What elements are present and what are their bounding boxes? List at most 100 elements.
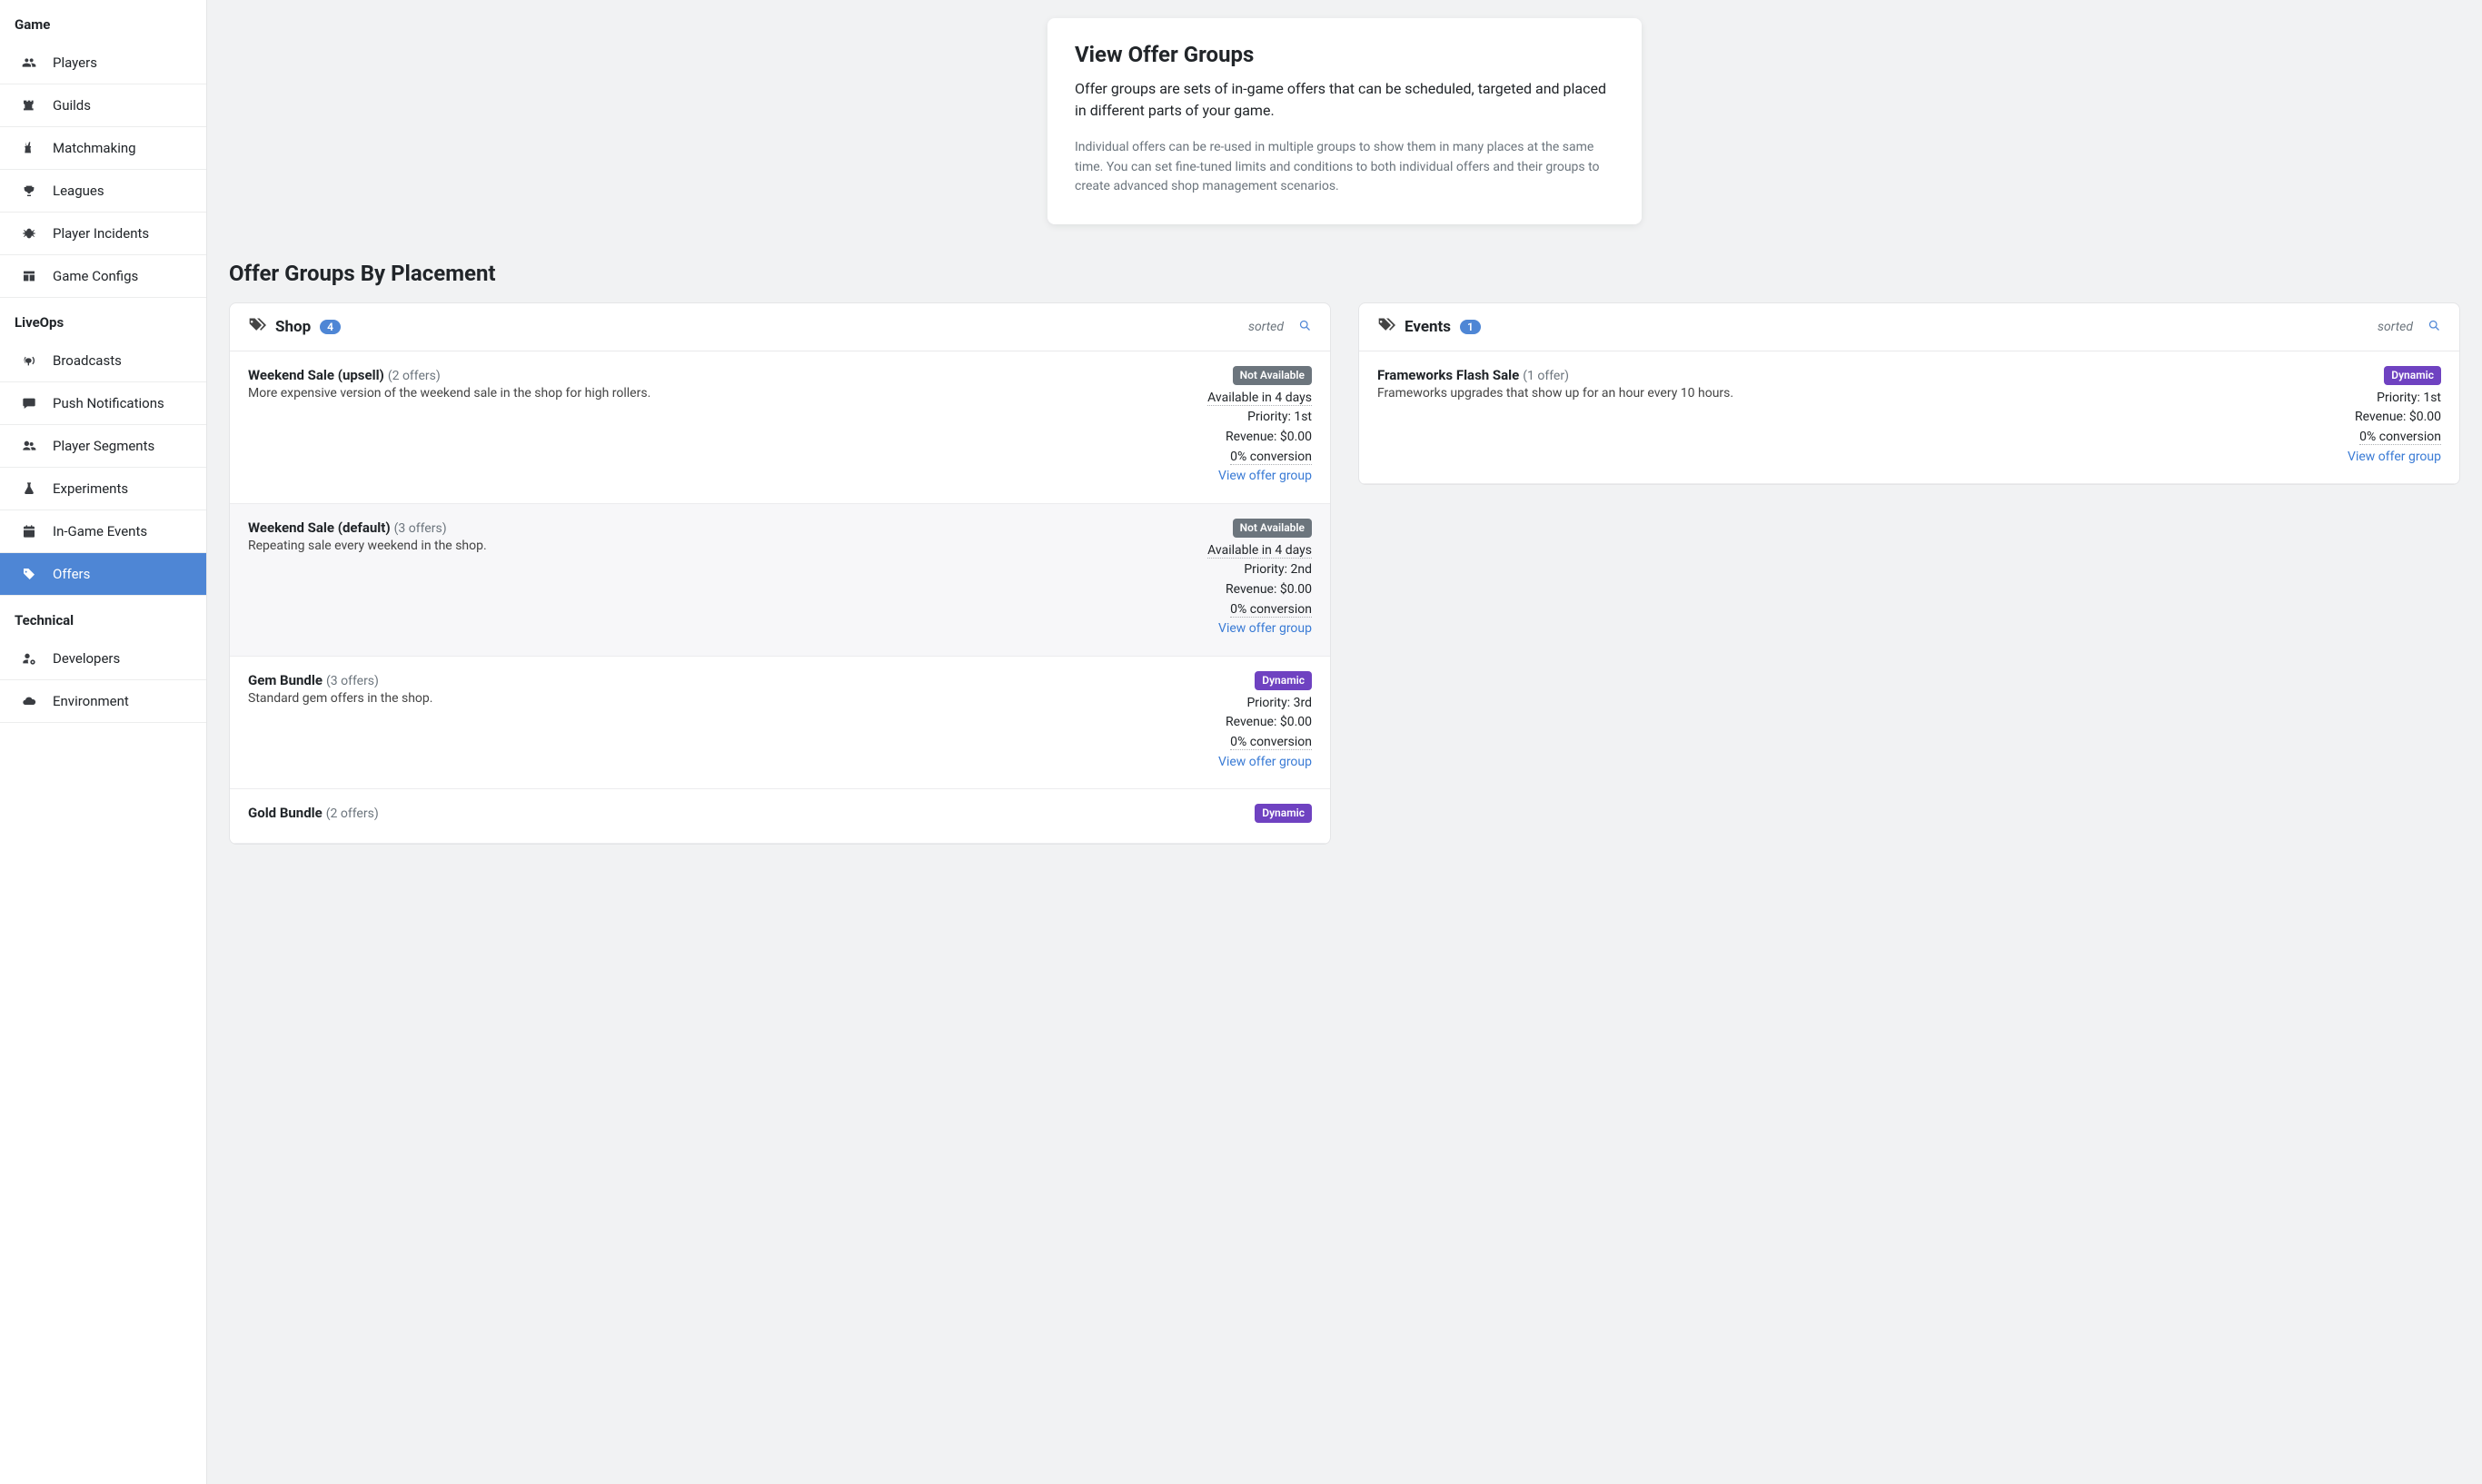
offer-row[interactable]: Gem Bundle(3 offers) Standard gem offers … bbox=[230, 657, 1330, 789]
sidebar-item-player-segments[interactable]: Player Segments bbox=[0, 425, 206, 468]
placements-row: Shop4sortedWeekend Sale (upsell)(2 offer… bbox=[229, 302, 2460, 845]
sidebar: GamePlayersGuildsMatchmakingLeaguesPlaye… bbox=[0, 0, 207, 1484]
sidebar-item-label: Push Notifications bbox=[53, 395, 164, 411]
view-offer-group-link[interactable]: View offer group bbox=[1218, 621, 1312, 636]
sidebar-item-environment[interactable]: Environment bbox=[0, 680, 206, 723]
nav-section-header: LiveOps bbox=[0, 298, 206, 340]
status-badge: Dynamic bbox=[2384, 366, 2441, 385]
sidebar-item-label: Matchmaking bbox=[53, 140, 136, 156]
offer-left: Gold Bundle(2 offers) bbox=[248, 804, 1236, 826]
sidebar-item-experiments[interactable]: Experiments bbox=[0, 468, 206, 510]
offer-left: Frameworks Flash Sale (1 offer) Frameworks… bbox=[1377, 366, 2329, 467]
sidebar-item-label: Guilds bbox=[53, 97, 91, 114]
intro-sub: Individual offers can be re-used in mult… bbox=[1075, 138, 1614, 197]
offer-name: Weekend Sale (upsell) bbox=[248, 367, 384, 383]
trophy-icon bbox=[22, 183, 38, 198]
user-friends-icon bbox=[22, 439, 38, 453]
sidebar-item-matchmaking[interactable]: Matchmaking bbox=[0, 127, 206, 170]
offer-right: Not AvailableAvailable in 4 daysPriority… bbox=[1207, 519, 1312, 639]
offer-left: Weekend Sale (upsell)(2 offers)More expe… bbox=[248, 366, 1189, 487]
offer-right: Dynamic bbox=[1255, 804, 1312, 826]
offer-name: Gem Bundle bbox=[248, 672, 323, 688]
intro-card: View Offer Groups Offer groups are sets … bbox=[1047, 18, 1642, 224]
intro-lead: Offer groups are sets of in-game offers … bbox=[1075, 78, 1614, 122]
view-offer-group-link[interactable]: View offer group bbox=[1218, 755, 1312, 769]
placement-header: Shop 4 sorted bbox=[230, 303, 1330, 351]
offer-name: Weekend Sale (default) bbox=[248, 519, 391, 536]
sidebar-item-label: Game Configs bbox=[53, 268, 138, 284]
offer-stat: Revenue: $0.00 bbox=[1226, 430, 1312, 444]
offer-name: Frameworks Flash Sale bbox=[1377, 367, 1519, 383]
offer-stat: 0% conversion bbox=[1230, 735, 1312, 750]
flask-icon bbox=[22, 481, 38, 496]
placement-header: Events1sorted bbox=[1359, 303, 2459, 351]
user-cog-icon bbox=[22, 651, 38, 666]
offer-desc: Frameworks upgrades that show up for an … bbox=[1377, 385, 2329, 403]
offer-stat: 0% conversion bbox=[1230, 450, 1312, 465]
offer-desc: More expensive version of the weekend sa… bbox=[248, 385, 1189, 403]
offer-count: (2 offers) bbox=[326, 806, 379, 821]
offer-stat: Available in 4 days bbox=[1207, 391, 1312, 406]
offer-right: Not Available Available in 4 days Priority… bbox=[1207, 366, 1312, 487]
offer-stat: Revenue: $0.00 bbox=[1226, 715, 1312, 729]
sidebar-item-label: Offers bbox=[53, 566, 90, 582]
placement-count-badge: 4 bbox=[320, 320, 341, 334]
sidebar-item-in-game-events[interactable]: In-Game Events bbox=[0, 510, 206, 553]
main-content: View Offer Groups Offer groups are sets … bbox=[207, 0, 2482, 1484]
comment-icon bbox=[22, 396, 38, 411]
view-offer-group-link[interactable]: View offer group bbox=[1218, 469, 1312, 483]
offer-stat: 0% conversion bbox=[2359, 430, 2441, 445]
offer-stat: Priority: 1st bbox=[1247, 410, 1312, 424]
sidebar-item-label: Players bbox=[53, 54, 97, 71]
offer-left: Gem Bundle(3 offers) Standard gem offers … bbox=[248, 671, 1200, 772]
sorted-label: sorted bbox=[1248, 320, 1284, 334]
sidebar-item-push-notifications[interactable]: Push Notifications bbox=[0, 382, 206, 425]
status-badge: Dynamic bbox=[1255, 671, 1312, 690]
view-offer-group-link[interactable]: View offer group bbox=[2348, 450, 2441, 464]
offer-desc: Standard gem offers in the shop. bbox=[248, 690, 1200, 708]
table-icon bbox=[22, 269, 38, 283]
chess-rook-icon bbox=[22, 98, 38, 113]
offer-stat: Priority: 2nd bbox=[1244, 562, 1312, 577]
cloud-icon bbox=[22, 694, 38, 708]
offer-row[interactable]: Weekend Sale (default)(3 offers) Repeatin… bbox=[230, 504, 1330, 657]
sidebar-item-developers[interactable]: Developers bbox=[0, 638, 206, 680]
sidebar-item-guilds[interactable]: Guilds bbox=[0, 84, 206, 127]
sidebar-item-leagues[interactable]: Leagues bbox=[0, 170, 206, 213]
tags-icon bbox=[248, 316, 266, 338]
offer-count: (1 offer) bbox=[1523, 369, 1569, 383]
placement-title: Shop bbox=[275, 318, 311, 336]
status-badge: Not Available bbox=[1233, 366, 1312, 385]
status-badge: Dynamic bbox=[1255, 804, 1312, 823]
tags-icon bbox=[1377, 316, 1395, 338]
sidebar-item-game-configs[interactable]: Game Configs bbox=[0, 255, 206, 298]
sidebar-item-offers[interactable]: Offers bbox=[0, 553, 206, 596]
sidebar-item-label: Broadcasts bbox=[53, 352, 122, 369]
offer-row[interactable]: Frameworks Flash Sale (1 offer) Frameworks… bbox=[1359, 351, 2459, 484]
sidebar-item-label: Player Segments bbox=[53, 438, 154, 454]
page-title: View Offer Groups bbox=[1075, 42, 1614, 67]
sidebar-item-label: Environment bbox=[53, 693, 129, 709]
sidebar-item-player-incidents[interactable]: Player Incidents bbox=[0, 213, 206, 255]
offer-stat: Priority: 1st bbox=[2377, 391, 2441, 405]
offer-stat: 0% conversion bbox=[1230, 602, 1312, 618]
offer-desc: Repeating sale every weekend in the shop… bbox=[248, 538, 1189, 556]
offer-name: Gold Bundle bbox=[248, 805, 323, 821]
bug-icon bbox=[22, 226, 38, 241]
placement-count-badge: 1 bbox=[1460, 320, 1481, 334]
offer-row[interactable]: Gold Bundle(2 offers) Dynamic bbox=[230, 789, 1330, 844]
sidebar-item-players[interactable]: Players bbox=[0, 42, 206, 84]
sidebar-item-broadcasts[interactable]: Broadcasts bbox=[0, 340, 206, 382]
offer-row[interactable]: Weekend Sale (upsell)(2 offers)More expe… bbox=[230, 351, 1330, 504]
offer-stat: Revenue: $0.00 bbox=[2355, 410, 2441, 424]
placement-title: Events bbox=[1405, 318, 1451, 336]
offer-stat: Priority: 3rd bbox=[1246, 696, 1312, 710]
offer-count: (3 offers) bbox=[394, 521, 447, 536]
status-badge: Not Available bbox=[1233, 519, 1312, 538]
search-icon[interactable] bbox=[2427, 319, 2441, 336]
placement-card-events: Events1sortedFrameworks Flash Sale(1 off… bbox=[1358, 302, 2460, 485]
offer-stat: Revenue: $0.00 bbox=[1226, 582, 1312, 597]
calendar-icon bbox=[22, 524, 38, 539]
offer-count: (3 offers) bbox=[326, 674, 379, 688]
search-icon[interactable] bbox=[1298, 319, 1312, 336]
